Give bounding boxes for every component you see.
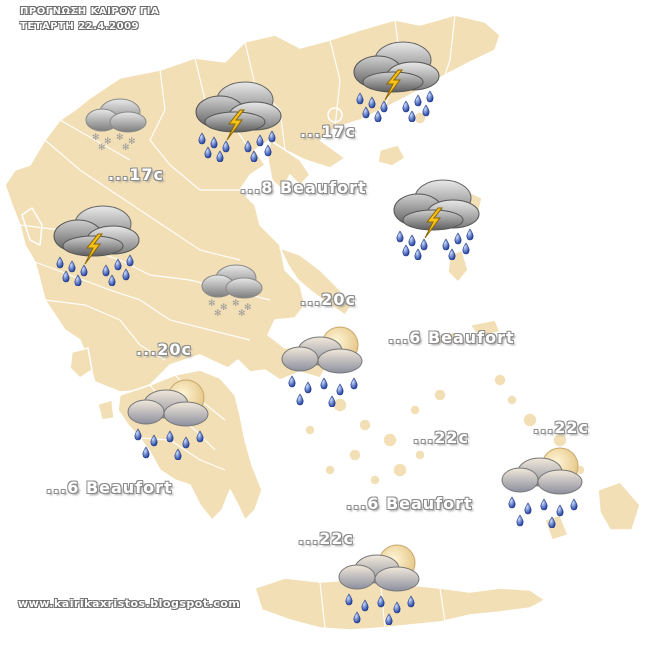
thunderstorm-icon bbox=[53, 205, 140, 286]
forecast-title: ΠΡΟΓΝΩΣΗ ΚΑΙΡΟΥ ΓΙΑ bbox=[20, 6, 160, 17]
thunderstorm-icon bbox=[393, 179, 480, 260]
temp-label-central-aegean: ...20c bbox=[300, 290, 356, 309]
thunderstorm-icon bbox=[195, 81, 282, 162]
svg-text:✻: ✻ bbox=[208, 299, 216, 309]
thunderstorm-icon bbox=[353, 41, 440, 122]
rain-sun-icon bbox=[501, 447, 583, 528]
temp-label-west: ...20c bbox=[136, 340, 192, 359]
svg-text:✻: ✻ bbox=[214, 309, 222, 318]
website-url: www.kairikaxristos.blogspot.com bbox=[18, 597, 241, 610]
temp-label-crete: ...22c bbox=[298, 529, 354, 548]
wind-label-east-aegean: ...6 Beaufort bbox=[388, 328, 515, 347]
rain-sun-icon bbox=[338, 544, 420, 625]
wind-label-south-aegean: ...6 Beaufort bbox=[346, 494, 473, 513]
svg-text:✻: ✻ bbox=[98, 143, 106, 152]
wind-label-ionian: ...6 Beaufort bbox=[46, 478, 173, 497]
temp-label-north-east: ...17c bbox=[300, 122, 356, 141]
svg-text:✻: ✻ bbox=[122, 143, 130, 152]
svg-text:✻: ✻ bbox=[92, 133, 100, 143]
temp-label-cyclades: ...22c bbox=[413, 428, 469, 447]
rain-sun-icon bbox=[281, 326, 363, 407]
svg-text:✻: ✻ bbox=[116, 133, 124, 143]
snow-cloud-icon: ✻ ✻ ✻ ✻ ✻ ✻ bbox=[201, 264, 263, 318]
svg-text:✻: ✻ bbox=[232, 299, 240, 309]
rain-sun-icon bbox=[127, 379, 209, 460]
temp-label-north-west: ...17c bbox=[108, 165, 164, 184]
temp-label-dodecanese: ...22c bbox=[533, 418, 589, 437]
svg-text:✻: ✻ bbox=[238, 309, 246, 318]
snow-cloud-icon: ✻ ✻ ✻ ✻ ✻ ✻ bbox=[85, 98, 147, 152]
wind-label-north-aegean: ...8 Beaufort bbox=[240, 178, 367, 197]
forecast-date: ΤΕΤΑΡΤΗ 22.4.2009 bbox=[20, 21, 140, 32]
